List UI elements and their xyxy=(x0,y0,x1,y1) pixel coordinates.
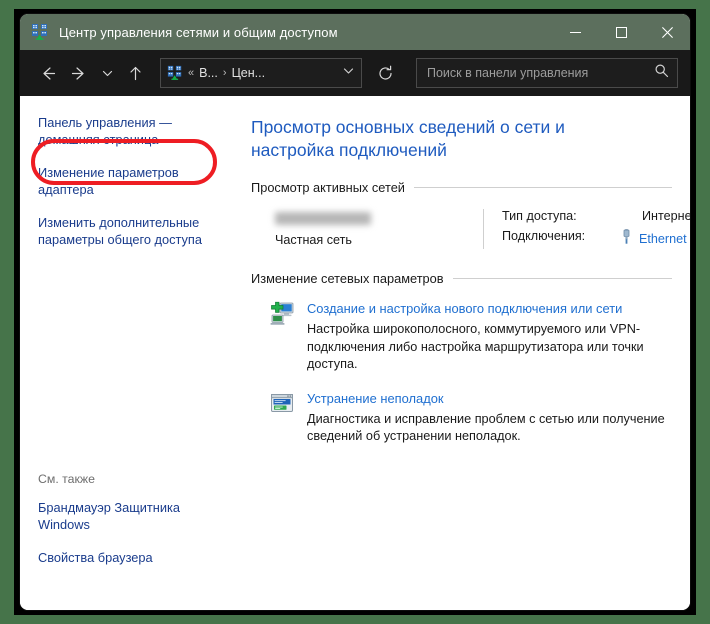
page-title: Просмотр основных сведений о сети и наст… xyxy=(251,117,565,160)
breadcrumb-segment-0[interactable]: В... xyxy=(199,66,218,80)
main-pane: Просмотр основных сведений о сети и наст… xyxy=(235,96,690,610)
active-network-identity: Частная сеть xyxy=(261,209,483,249)
ethernet-connection-link[interactable]: Ethernet xyxy=(639,232,687,246)
task-body: Создание и настройка нового подключения … xyxy=(307,300,672,374)
ethernet-adapter-icon xyxy=(620,229,633,249)
see-also-section: См. также Брандмауэр Защитника Windows С… xyxy=(38,472,223,582)
navigation-toolbar: « В... › Цен... xyxy=(20,50,690,96)
heading-rule xyxy=(413,187,672,188)
forward-button[interactable] xyxy=(64,58,94,88)
search-input[interactable] xyxy=(427,66,654,80)
new-connection-icon xyxy=(269,301,295,327)
task-description: Диагностика и исправление проблем с сеть… xyxy=(307,411,665,444)
minimize-button[interactable] xyxy=(552,14,598,50)
active-networks-heading: Просмотр активных сетей xyxy=(251,180,672,195)
sidebar-link-advanced-sharing-settings[interactable]: Изменить дополнительные параметры общего… xyxy=(38,214,210,248)
network-settings-heading: Изменение сетевых параметров xyxy=(251,271,672,286)
network-settings-label: Изменение сетевых параметров xyxy=(251,271,444,286)
maximize-button[interactable] xyxy=(598,14,644,50)
heading-rule xyxy=(452,278,672,279)
link-troubleshoot-problems[interactable]: Устранение неполадок xyxy=(307,391,444,406)
see-also-link-windows-defender-firewall[interactable]: Брандмауэр Защитника Windows xyxy=(38,499,210,533)
network-name-redacted xyxy=(275,212,371,225)
breadcrumb-separator: › xyxy=(222,67,227,79)
connections-value: Ethernet xyxy=(620,229,690,249)
breadcrumb-segment-1[interactable]: Цен... xyxy=(232,66,266,80)
control-panel-window: Центр управления сетями и общим доступом xyxy=(20,14,690,610)
connections-label: Подключения: xyxy=(502,229,586,243)
network-sharing-center-icon xyxy=(31,23,49,41)
title-bar[interactable]: Центр управления сетями и общим доступом xyxy=(20,14,690,50)
see-also-title: См. также xyxy=(38,472,95,486)
breadcrumb-chevron-down-icon[interactable] xyxy=(342,64,355,82)
search-box[interactable] xyxy=(416,58,678,88)
active-network-details: Тип доступа: Интернет Подключения: xyxy=(483,209,690,249)
recent-locations-chevron-down-icon[interactable] xyxy=(96,58,118,88)
link-set-up-new-connection[interactable]: Создание и настройка нового подключения … xyxy=(307,301,622,316)
task-body: Устранение неполадок Диагностика и испра… xyxy=(307,390,672,446)
see-also-link-browser-properties[interactable]: Свойства браузера xyxy=(38,549,210,566)
search-icon[interactable] xyxy=(654,63,669,83)
sidebar-link-adapter-settings[interactable]: Изменение параметров адаптера xyxy=(38,164,210,198)
troubleshoot-icon xyxy=(269,391,295,417)
up-button[interactable] xyxy=(120,58,150,88)
active-networks-label: Просмотр активных сетей xyxy=(251,180,405,195)
window-title: Центр управления сетями и общим доступом xyxy=(59,24,338,40)
breadcrumb-overflow[interactable]: « xyxy=(188,67,194,79)
task-troubleshoot: Устранение неполадок Диагностика и испра… xyxy=(251,390,672,446)
task-new-connection: Создание и настройка нового подключения … xyxy=(251,300,672,374)
close-button[interactable] xyxy=(644,14,690,50)
back-button[interactable] xyxy=(32,58,62,88)
sidebar: Панель управления — домашняя страница Из… xyxy=(20,96,235,610)
window-body: Панель управления — домашняя страница Из… xyxy=(20,96,690,610)
access-type-label: Тип доступа: xyxy=(502,209,577,223)
network-profile-type: Частная сеть xyxy=(275,233,352,247)
active-network-row: Частная сеть Тип доступа: Интернет Подкл… xyxy=(251,209,690,249)
task-description: Настройка широкополосного, коммутируемог… xyxy=(307,322,644,371)
refresh-button[interactable] xyxy=(370,58,400,88)
access-type-value: Интернет xyxy=(642,209,690,223)
sidebar-link-control-panel-home[interactable]: Панель управления — домашняя страница xyxy=(38,114,210,148)
breadcrumb[interactable]: « В... › Цен... xyxy=(160,58,362,88)
window-controls xyxy=(552,14,690,50)
breadcrumb-network-sharing-center-icon xyxy=(167,65,183,81)
